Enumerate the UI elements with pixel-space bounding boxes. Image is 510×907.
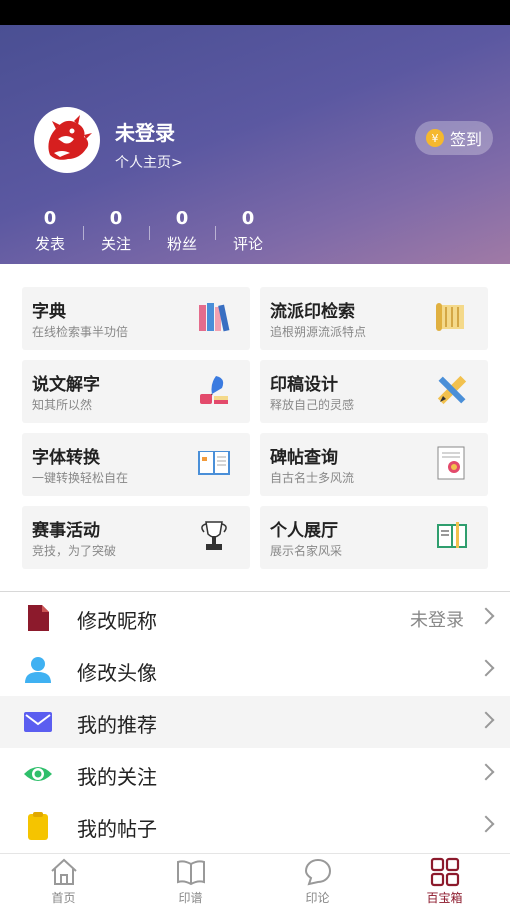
bottom-tab-bar: 首页 印谱 印论 百宝箱 [0,853,510,907]
tab-label: 印谱 [178,891,203,905]
menu-value: 未登录 [410,610,464,631]
card-title: 字体转换 [32,448,100,468]
books-icon [199,303,230,332]
menu-label: 我的推荐 [77,713,157,737]
user-icon [25,657,51,683]
coin-icon: ¥ [425,129,444,147]
card-font-convert[interactable]: 字体转换 一键转换轻松自在 [22,433,250,496]
card-subtitle: 追根朔源流派特点 [270,325,367,339]
card-school-seal-search[interactable]: 流派印检索 追根朔源流派特点 [260,287,488,350]
pencil-ruler-icon [437,375,467,405]
card-title: 个人展厅 [270,521,338,541]
menu-label: 修改头像 [77,661,157,685]
menu-label: 修改昵称 [77,609,157,633]
stat-following[interactable]: 0 关注 [83,208,149,254]
checkin-label: 签到 [449,130,482,149]
card-personal-gallery[interactable]: 个人展厅 展示名家风采 [260,506,488,569]
chevron-right-icon [477,607,495,625]
card-subtitle: 展示名家风采 [270,544,343,558]
tab-label: 百宝箱 [426,891,463,905]
card-subtitle: 在线检索事半功倍 [32,325,129,339]
card-title: 赛事活动 [32,521,100,541]
chevron-right-icon [477,659,495,677]
card-title: 字典 [32,302,66,322]
stat-label: 发表 [34,235,65,253]
stat-followers[interactable]: 0 粉丝 [149,208,215,254]
card-title: 说文解字 [32,375,100,395]
book-icon [176,860,205,886]
tab-seal-discussion[interactable]: 印论 [254,854,381,907]
tab-label: 印论 [305,891,330,905]
stat-value: 0 [175,208,189,229]
scroll-icon [436,303,464,331]
card-subtitle: 自古名士多风流 [270,471,355,485]
personal-homepage-link[interactable]: 个人主页> [115,152,183,172]
document-icon [28,605,49,631]
certificate-icon [437,446,465,480]
menu-item-my-recommendations[interactable]: 我的推荐 [0,696,510,748]
tab-home[interactable]: 首页 [0,854,127,907]
stat-label: 粉丝 [166,235,197,253]
stat-posts[interactable]: 0 发表 [17,208,83,254]
card-shuowen[interactable]: 说文解字 知其所以然 [22,360,250,423]
chevron-right-icon [477,815,495,833]
card-title: 流派印检索 [270,302,355,322]
avatar[interactable] [34,107,100,173]
menu-item-my-follows[interactable]: 我的关注 [0,748,510,800]
open-book-icon [198,451,230,475]
checkin-button[interactable]: ¥ 签到 [415,121,493,155]
tab-toolbox[interactable]: 百宝箱 [381,854,508,907]
stat-value: 0 [109,208,123,229]
card-title: 印稿设计 [270,375,338,395]
card-subtitle: 知其所以然 [32,398,93,412]
card-subtitle: 释放自己的灵感 [270,398,355,412]
menu-item-edit-avatar[interactable]: 修改头像 [0,644,510,696]
eye-icon [24,767,52,781]
menu-item-edit-nickname[interactable]: 修改昵称 未登录 [0,592,510,644]
tab-label: 首页 [51,891,76,905]
card-subtitle: 一键转换轻松自在 [32,471,129,485]
card-subtitle: 竞技，为了突破 [32,544,117,558]
card-dictionary[interactable]: 字典 在线检索事半功倍 [22,287,250,350]
user-stats: 0 发表 0 关注 0 粉丝 0 评论 [17,208,282,258]
clipboard-icon [28,812,48,840]
stat-value: 0 [43,208,57,229]
mail-icon [24,712,52,732]
trophy-icon [201,521,227,550]
card-events[interactable]: 赛事活动 竞技，为了突破 [22,506,250,569]
menu-label: 我的帖子 [77,817,157,841]
username[interactable]: 未登录 [115,117,175,146]
menu-item-my-posts[interactable]: 我的帖子 [0,800,510,852]
stat-label: 关注 [100,235,131,253]
chevron-right-icon [477,763,495,781]
card-title: 碑帖查询 [270,448,338,468]
home-icon [50,858,77,885]
notebook-icon [437,522,467,548]
grid-icon [430,857,459,887]
stat-value: 0 [241,208,255,229]
status-bar [0,0,510,25]
stat-label: 评论 [232,235,263,253]
stat-comments[interactable]: 0 评论 [215,208,281,254]
profile-header: 未登录 个人主页> ¥ 签到 0 发表 0 关注 0 粉丝 0 评论 [0,25,510,264]
tab-seal-album[interactable]: 印谱 [127,854,254,907]
card-seal-draft-design[interactable]: 印稿设计 释放自己的灵感 [260,360,488,423]
chevron-right-icon [477,711,495,729]
menu-label: 我的关注 [77,765,157,789]
quill-ink-icon [200,376,228,404]
chat-icon [304,858,331,886]
dragon-avatar-icon [37,110,97,170]
card-stele-search[interactable]: 碑帖查询 自古名士多风流 [260,433,488,496]
